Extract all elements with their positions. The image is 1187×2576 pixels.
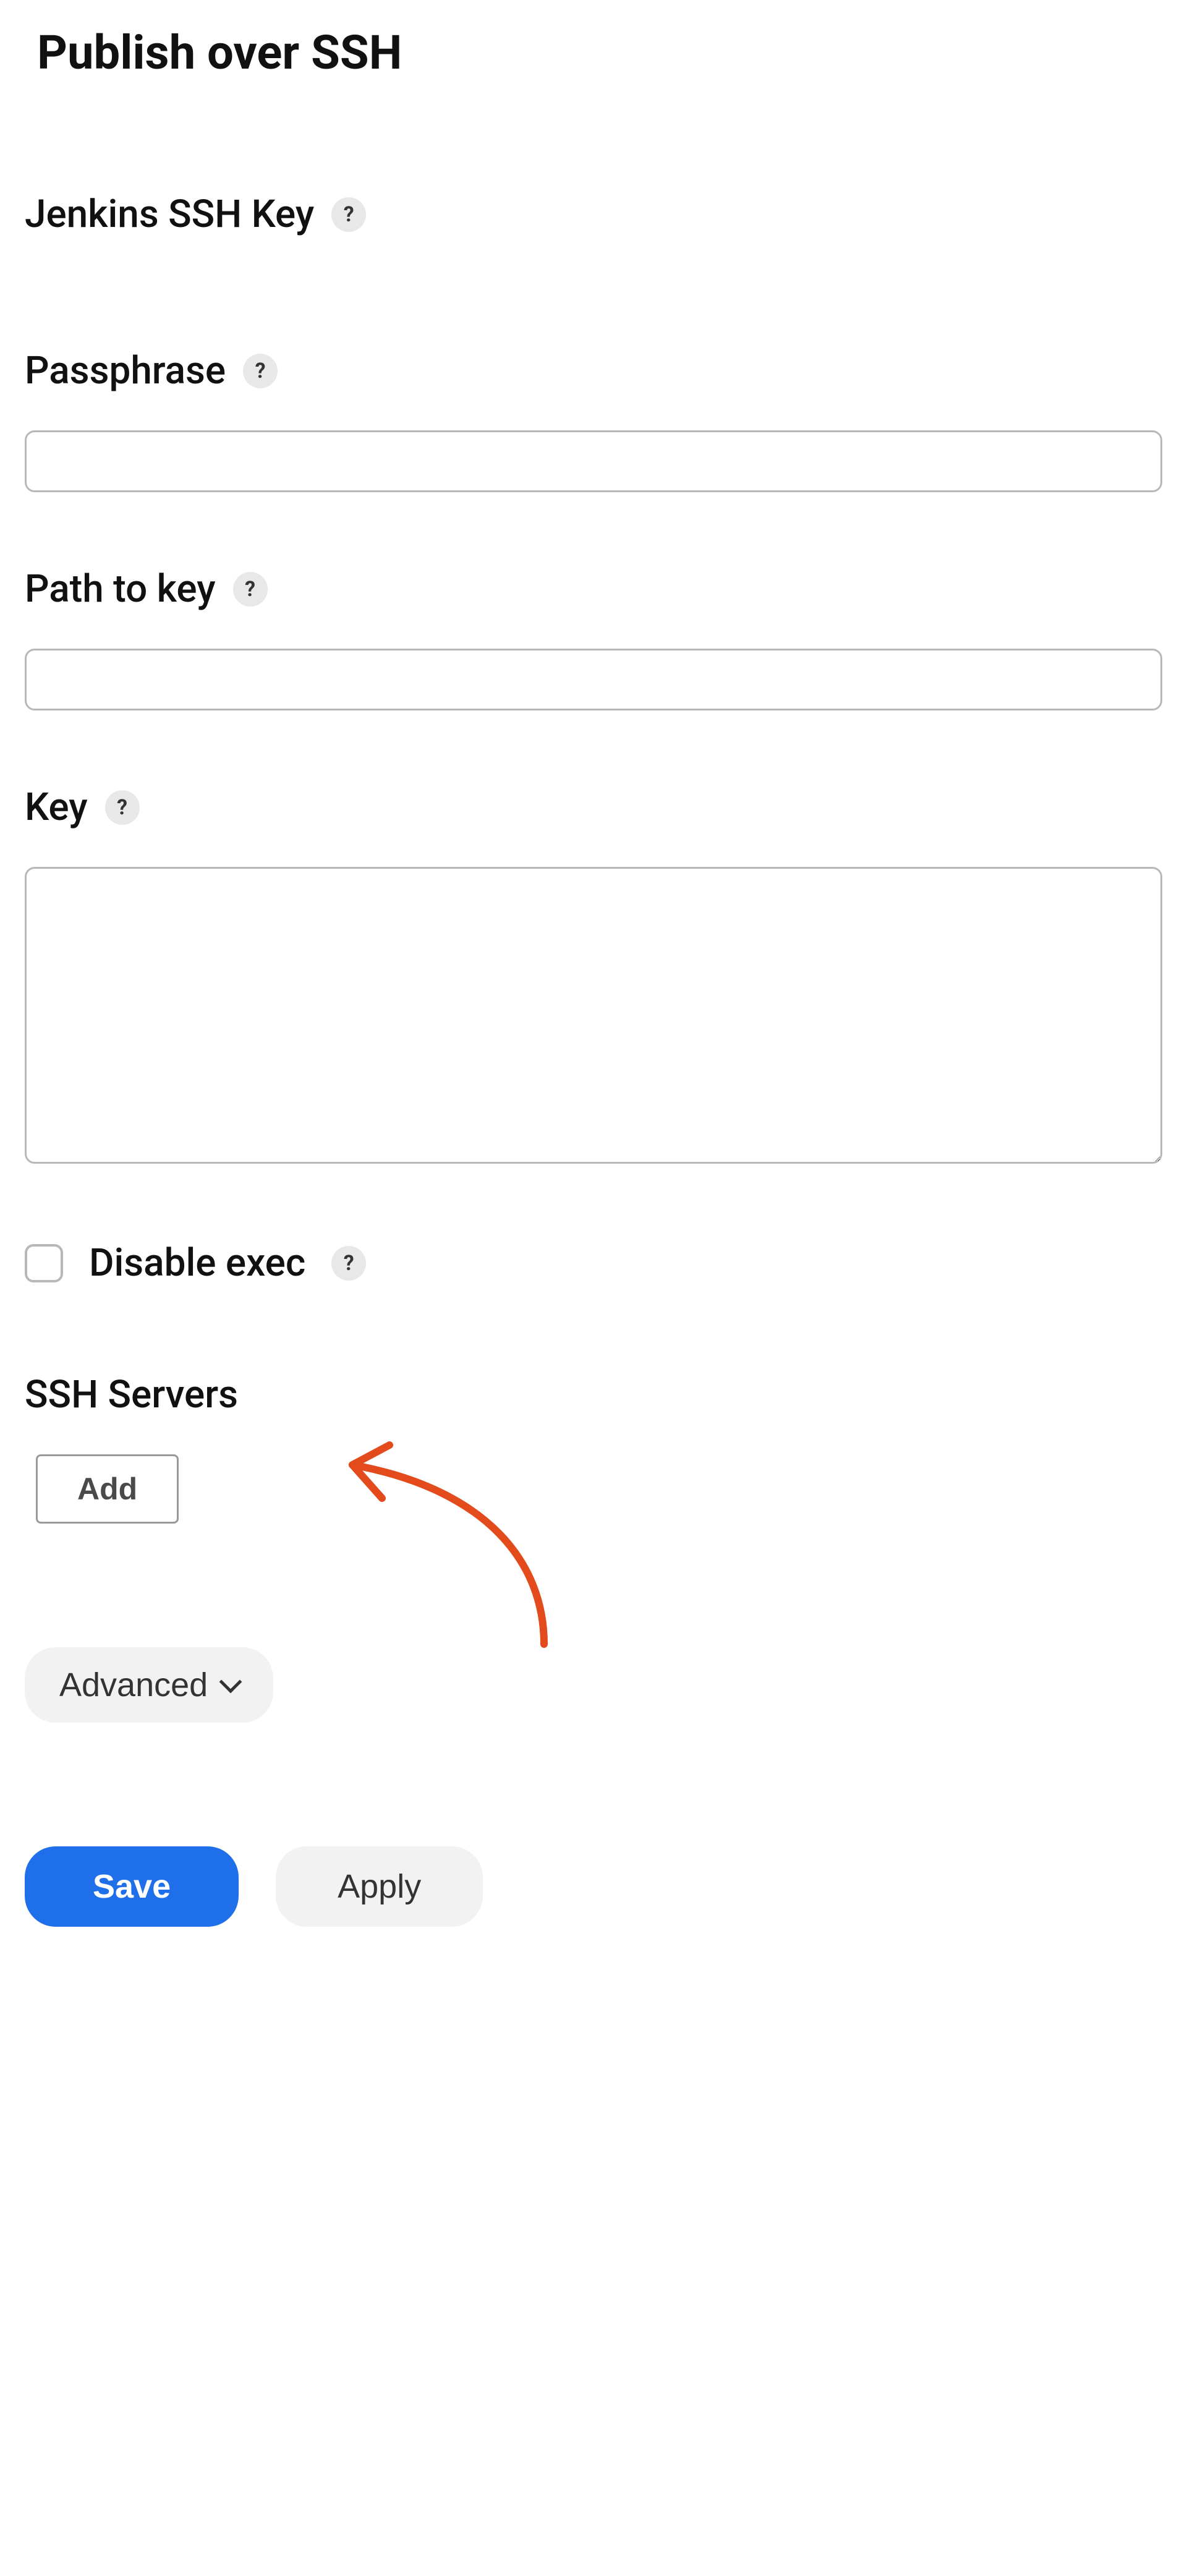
advanced-button-label: Advanced xyxy=(59,1666,208,1704)
key-field: Key ? xyxy=(25,785,1162,1166)
add-server-button[interactable]: Add xyxy=(36,1454,179,1524)
section-title: Publish over SSH xyxy=(25,25,1162,80)
chevron-down-icon xyxy=(219,1671,242,1694)
help-icon[interactable]: ? xyxy=(105,790,140,825)
path-to-key-label: Path to key xyxy=(25,566,216,612)
jenkins-ssh-key-label: Jenkins SSH Key xyxy=(25,192,314,237)
form-buttons-row: Save Apply xyxy=(25,1846,1162,1927)
advanced-wrap: Advanced xyxy=(25,1647,1162,1723)
passphrase-label: Passphrase xyxy=(25,348,226,393)
advanced-button[interactable]: Advanced xyxy=(25,1647,273,1723)
disable-exec-checkbox[interactable] xyxy=(25,1244,63,1282)
jenkins-ssh-key-heading-block: Jenkins SSH Key ? xyxy=(25,192,1162,237)
key-label: Key xyxy=(25,785,88,830)
jenkins-ssh-key-label-row: Jenkins SSH Key ? xyxy=(25,192,1162,237)
passphrase-field: Passphrase ? xyxy=(25,348,1162,492)
help-icon[interactable]: ? xyxy=(233,572,268,607)
path-to-key-field: Path to key ? xyxy=(25,566,1162,710)
path-to-key-label-row: Path to key ? xyxy=(25,566,1162,612)
ssh-servers-heading: SSH Servers xyxy=(25,1372,1162,1417)
passphrase-input[interactable] xyxy=(25,430,1162,492)
help-icon[interactable]: ? xyxy=(331,1246,366,1281)
save-button[interactable]: Save xyxy=(25,1846,239,1927)
apply-button[interactable]: Apply xyxy=(276,1846,483,1927)
key-label-row: Key ? xyxy=(25,785,1162,830)
key-textarea[interactable] xyxy=(25,867,1162,1164)
help-icon[interactable]: ? xyxy=(331,197,366,232)
ssh-servers-section: SSH Servers Add Advanced xyxy=(25,1372,1162,1723)
disable-exec-row: Disable exec ? xyxy=(25,1240,1162,1286)
path-to-key-input[interactable] xyxy=(25,649,1162,710)
disable-exec-label: Disable exec xyxy=(89,1240,305,1286)
passphrase-label-row: Passphrase ? xyxy=(25,348,1162,393)
help-icon[interactable]: ? xyxy=(243,354,278,388)
annotation-arrow-icon xyxy=(315,1415,587,1663)
